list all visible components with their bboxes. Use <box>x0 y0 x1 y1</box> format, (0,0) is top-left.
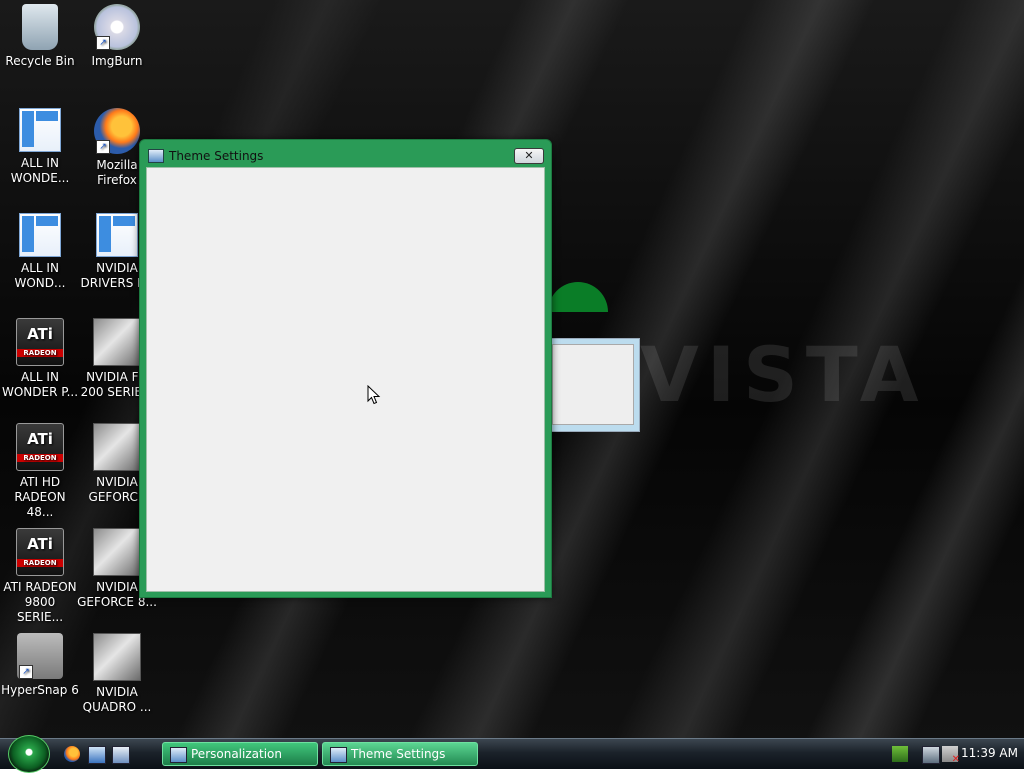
nvidia-icon <box>93 528 141 576</box>
window-title: Theme Settings <box>169 149 264 163</box>
quicklaunch-switch-windows-icon[interactable] <box>112 746 130 764</box>
ati-brand-text: ATi <box>27 535 53 553</box>
background-dialog-client <box>552 344 634 425</box>
ati-brand-text: ATi <box>27 325 53 343</box>
ati-brand-text: ATi <box>27 430 53 448</box>
quicklaunch-firefox-icon[interactable] <box>64 746 80 762</box>
window-app-icon <box>19 213 61 257</box>
shortcut-arrow-icon: ↗ <box>19 665 33 679</box>
desktop-icon-label: ImgBurn <box>91 54 143 68</box>
desktop-icon-all-in-wonder-2[interactable]: ALL IN WOND... <box>0 213 80 291</box>
desktop-icon-nvidia-quadro[interactable]: NVIDIA QUADRO ... <box>77 633 157 715</box>
close-button[interactable]: ✕ <box>514 148 544 164</box>
shortcut-arrow-icon: ↗ <box>96 140 110 154</box>
nvidia-icon <box>93 318 141 366</box>
desktop-icon-label: ATI RADEON 9800 SERIE... <box>3 580 77 624</box>
personalization-icon <box>170 747 187 763</box>
desktop-icon-recycle-bin[interactable]: Recycle Bin <box>0 4 80 69</box>
desktop-icon-ati-radeon-9800[interactable]: ATi RADEON ATI RADEON 9800 SERIE... <box>0 528 80 625</box>
ati-sub-text: RADEON <box>17 559 63 567</box>
display-settings-icon <box>330 747 347 763</box>
taskbar-button-personalization[interactable]: Personalization <box>162 742 318 766</box>
taskbar-button-label: Theme Settings <box>351 747 446 761</box>
ati-radeon-icon: ATi RADEON <box>16 423 64 471</box>
desktop-icon-all-in-wonder-1[interactable]: ALL IN WONDE... <box>0 108 80 186</box>
desktop: VISTA Recycle Bin ↗ ImgBurn ALL IN WONDE… <box>0 0 1024 738</box>
ati-radeon-icon: ATi RADEON <box>16 528 64 576</box>
background-dialog[interactable] <box>548 338 640 432</box>
desktop-icon-label: Recycle Bin <box>5 54 75 68</box>
volume-muted-icon[interactable] <box>942 746 960 765</box>
imgburn-icon: ↗ <box>94 4 140 50</box>
display-settings-icon <box>148 149 164 163</box>
system-tray: 11:39 AM <box>886 739 1024 769</box>
desktop-icon-all-in-wonder-p[interactable]: ATi RADEON ALL IN WONDER P... <box>0 318 80 400</box>
start-button[interactable] <box>8 735 50 773</box>
taskbar-button-label: Personalization <box>191 747 282 761</box>
recycle-bin-icon <box>22 4 58 50</box>
wallpaper-orb <box>548 282 608 312</box>
desktop-icon-label: HyperSnap 6 <box>1 683 79 697</box>
window-titlebar[interactable]: Theme Settings ✕ <box>140 140 551 167</box>
ati-sub-text: RADEON <box>17 454 63 462</box>
desktop-icon-label: ALL IN WOND... <box>14 261 66 290</box>
camera-icon: ↗ <box>17 633 63 679</box>
desktop-icon-imgburn[interactable]: ↗ ImgBurn <box>77 4 157 69</box>
window-client-area <box>146 167 545 592</box>
firefox-icon: ↗ <box>94 108 140 154</box>
ati-radeon-icon: ATi RADEON <box>16 318 64 366</box>
network-status-icon[interactable] <box>922 746 940 764</box>
shortcut-arrow-icon: ↗ <box>96 36 110 50</box>
desktop-icon-label: ATI HD RADEON 48... <box>14 475 66 519</box>
taskbar-button-theme-settings[interactable]: Theme Settings <box>322 742 478 766</box>
desktop-icon-label: ALL IN WONDE... <box>10 156 70 185</box>
window-app-icon <box>19 108 61 152</box>
quicklaunch-show-desktop-icon[interactable] <box>88 746 106 764</box>
network-icon[interactable] <box>892 746 908 762</box>
nvidia-icon <box>93 633 141 681</box>
theme-settings-window[interactable]: Theme Settings ✕ <box>139 139 552 598</box>
clock[interactable]: 11:39 AM <box>961 746 1018 760</box>
nvidia-icon <box>93 423 141 471</box>
window-app-icon <box>96 213 138 257</box>
desktop-icon-label: NVIDIA QUADRO ... <box>82 685 152 714</box>
wallpaper-vista-logo: VISTA <box>640 330 927 419</box>
mouse-cursor-icon <box>367 385 381 405</box>
desktop-icon-hypersnap[interactable]: ↗ HyperSnap 6 <box>0 633 80 698</box>
desktop-icon-ati-hd-radeon[interactable]: ATi RADEON ATI HD RADEON 48... <box>0 423 80 520</box>
taskbar: Personalization Theme Settings 11:39 AM <box>0 735 1024 773</box>
ati-sub-text: RADEON <box>17 349 63 357</box>
desktop-icon-label: ALL IN WONDER P... <box>1 370 79 399</box>
